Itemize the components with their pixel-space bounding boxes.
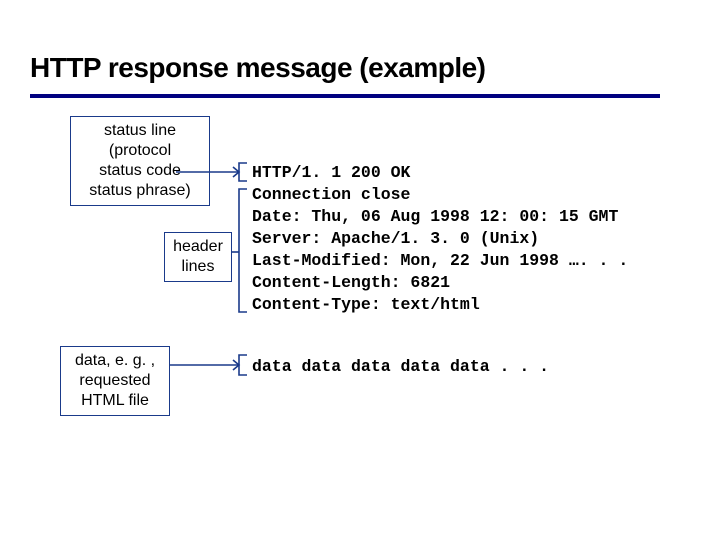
http-header-line: Server: Apache/1. 3. 0 (Unix) — [252, 229, 539, 248]
http-header-line: Connection close — [252, 185, 410, 204]
label-header-lines: headerlines — [164, 232, 232, 282]
label-status-line: status line(protocolstatus codestatus ph… — [70, 116, 210, 206]
http-header-line: Date: Thu, 06 Aug 1998 12: 00: 15 GMT — [252, 207, 618, 226]
http-header-line: Content-Type: text/html — [252, 295, 480, 314]
label-data-body: data, e. g. ,requestedHTML file — [60, 346, 170, 416]
slide-title: HTTP response message (example) — [30, 52, 486, 84]
http-header-line: Last-Modified: Mon, 22 Jun 1998 …. . . — [252, 251, 628, 270]
http-header-line: Content-Length: 6821 — [252, 273, 450, 292]
http-body-line: data data data data data . . . — [252, 357, 549, 376]
http-status-line: HTTP/1. 1 200 OK — [252, 163, 410, 182]
title-underline — [30, 94, 660, 98]
